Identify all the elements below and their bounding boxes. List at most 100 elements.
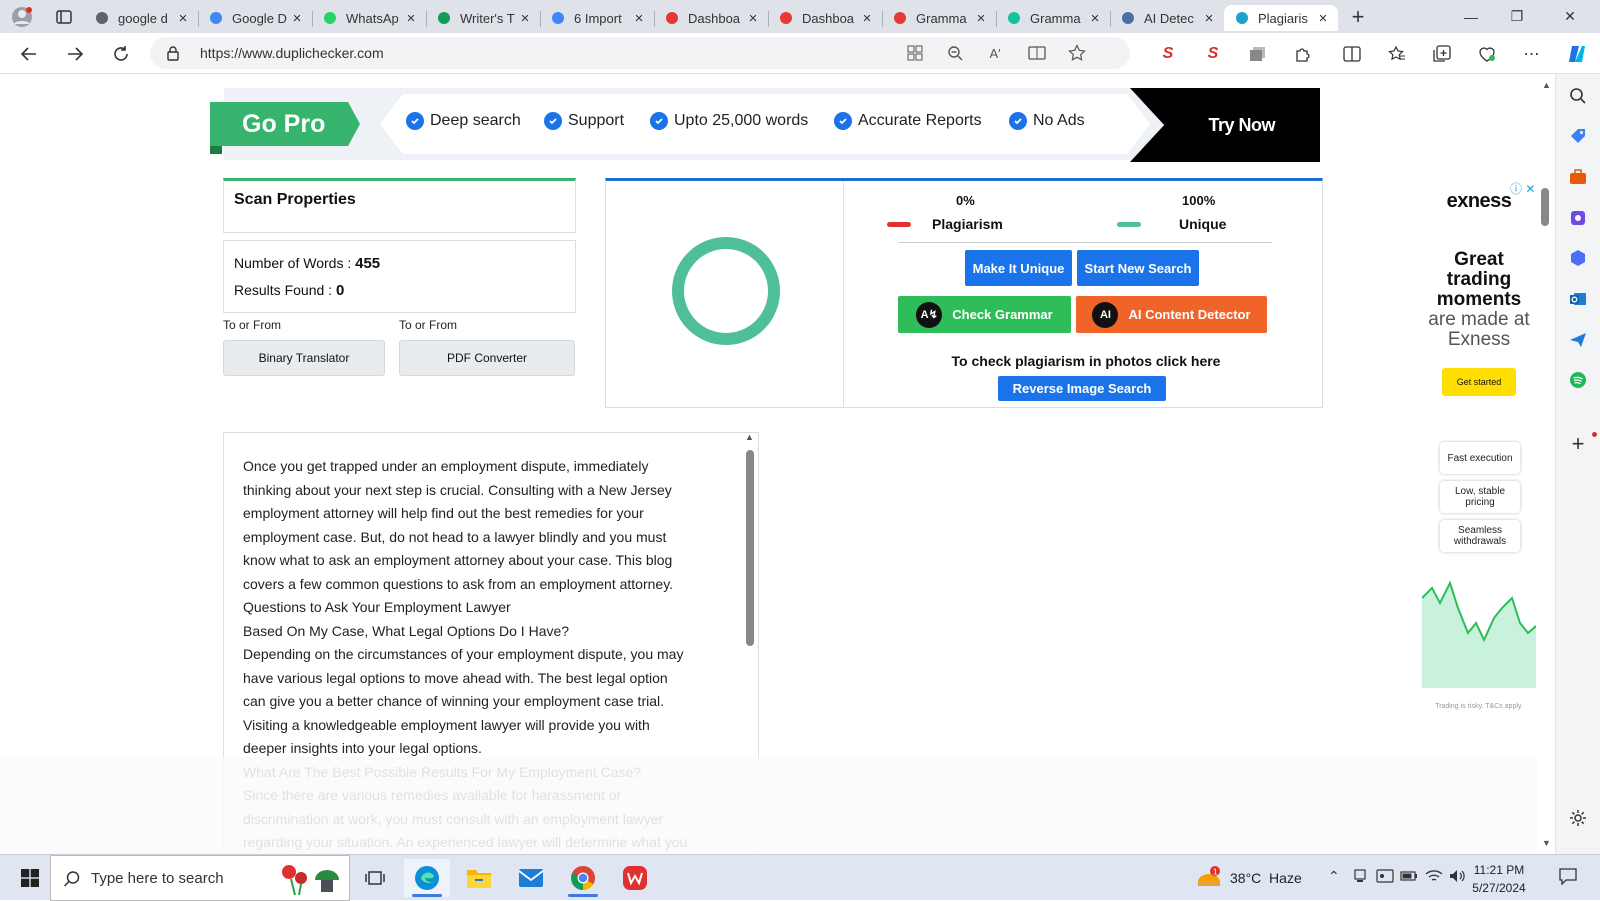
browser-tab[interactable]: 6 Import × bbox=[540, 5, 654, 31]
text-line: know what to ask an employment attorney … bbox=[243, 552, 673, 568]
wps-office-icon[interactable] bbox=[612, 859, 658, 897]
tab-close-icon[interactable]: × bbox=[288, 10, 306, 27]
tab-close-icon[interactable]: × bbox=[516, 10, 534, 27]
sidebar-settings-icon[interactable] bbox=[1564, 804, 1592, 832]
minimize-button[interactable]: — bbox=[1448, 0, 1494, 33]
check-grammar-button[interactable]: A↯ Check Grammar bbox=[898, 296, 1071, 333]
browser-tab[interactable]: Gramma × bbox=[882, 5, 996, 31]
tab-close-icon[interactable]: × bbox=[630, 10, 648, 27]
lock-icon[interactable] bbox=[166, 45, 180, 66]
close-window-button[interactable]: ✕ bbox=[1540, 0, 1600, 33]
sidebar-add-icon[interactable]: + bbox=[1564, 430, 1592, 458]
restore-button[interactable]: ❐ bbox=[1494, 0, 1540, 33]
favorites-icon[interactable] bbox=[1382, 39, 1412, 69]
show-hidden-icons[interactable]: ⌃ bbox=[1328, 868, 1340, 885]
windows-start-icon[interactable] bbox=[8, 855, 52, 901]
battery-icon[interactable] bbox=[1400, 868, 1418, 887]
browser-tab[interactable]: WhatsAp × bbox=[312, 5, 426, 31]
sidebar-shopping-icon[interactable] bbox=[1564, 122, 1592, 150]
ai-content-detector-button[interactable]: AI AI Content Detector bbox=[1076, 296, 1267, 333]
favorite-star-icon[interactable] bbox=[1062, 38, 1092, 68]
tab-close-icon[interactable]: × bbox=[174, 10, 192, 27]
browser-tab[interactable]: Dashboa × bbox=[654, 5, 768, 31]
tab-close-icon[interactable]: × bbox=[858, 10, 876, 27]
page-scrollbar-thumb[interactable] bbox=[1541, 188, 1549, 226]
address-bar[interactable]: https://www.duplichecker.com A′ bbox=[150, 37, 1130, 69]
read-aloud-icon[interactable]: A′ bbox=[980, 38, 1010, 68]
go-pro-banner[interactable]: Go Pro Deep search Support Upto 25,000 w… bbox=[210, 88, 1320, 162]
tab-close-icon[interactable]: × bbox=[402, 10, 420, 27]
more-options-icon[interactable]: ⋯ bbox=[1517, 39, 1547, 69]
split-screen-icon[interactable] bbox=[1337, 39, 1367, 69]
forward-icon[interactable] bbox=[60, 39, 90, 69]
textarea-scroll-up-icon[interactable]: ▲ bbox=[745, 432, 754, 442]
photo-check-text: To check plagiarism in photos click here bbox=[951, 353, 1221, 369]
extension-s-icon[interactable]: S bbox=[1153, 39, 1183, 69]
chrome-icon[interactable] bbox=[560, 859, 606, 897]
feature-label: Accurate Reports bbox=[858, 112, 982, 129]
wifi-icon[interactable] bbox=[1425, 868, 1443, 887]
scroll-down-icon[interactable]: ▼ bbox=[1542, 838, 1551, 848]
text-line: employment attorney will help find out t… bbox=[243, 505, 644, 521]
back-icon[interactable] bbox=[14, 39, 44, 69]
sidebar-drop-icon[interactable] bbox=[1564, 326, 1592, 354]
collections-add-icon[interactable] bbox=[1427, 39, 1457, 69]
browser-tab[interactable]: Gramma × bbox=[996, 5, 1110, 31]
start-new-search-button[interactable]: Start New Search bbox=[1077, 250, 1199, 286]
profile-avatar-icon[interactable] bbox=[0, 0, 44, 33]
meet-now-icon[interactable] bbox=[1352, 868, 1368, 887]
sidebar-microsoft365-icon[interactable] bbox=[1564, 244, 1592, 272]
collections-icon[interactable] bbox=[1243, 39, 1273, 69]
sidebar-outlook-icon[interactable] bbox=[1564, 285, 1592, 313]
tab-close-icon[interactable]: × bbox=[1086, 10, 1104, 27]
browser-tab[interactable]: Dashboa × bbox=[768, 5, 882, 31]
browser-essentials-icon[interactable] bbox=[1472, 39, 1502, 69]
tab-close-icon[interactable]: × bbox=[972, 10, 990, 27]
exness-advertisement[interactable]: ⓘ ✕ exness Great trading moments are mad… bbox=[1422, 180, 1536, 732]
sidebar-games-icon[interactable] bbox=[1564, 204, 1592, 232]
sidebar-tools-icon[interactable] bbox=[1564, 163, 1592, 191]
binary-translator-button[interactable]: Binary Translator bbox=[223, 340, 385, 376]
scroll-up-icon[interactable]: ▲ bbox=[1542, 80, 1551, 90]
extensions-puzzle-icon[interactable] bbox=[1288, 39, 1318, 69]
sidebar-search-icon[interactable] bbox=[1564, 82, 1592, 110]
new-tab-button[interactable]: + bbox=[1338, 4, 1378, 30]
make-it-unique-button[interactable]: Make It Unique bbox=[965, 250, 1072, 286]
tablet-mode-icon[interactable] bbox=[1376, 868, 1394, 887]
tab-close-icon[interactable]: × bbox=[744, 10, 762, 27]
immersive-reader-icon[interactable] bbox=[1022, 38, 1052, 68]
weather-widget[interactable]: 1 38°C Haze bbox=[1196, 855, 1302, 901]
task-view-icon[interactable] bbox=[352, 859, 398, 897]
grammarly-icon bbox=[1006, 10, 1022, 26]
refresh-icon[interactable] bbox=[106, 39, 136, 69]
app-available-icon[interactable] bbox=[900, 38, 930, 68]
copilot-icon[interactable] bbox=[1562, 39, 1592, 69]
textarea-scrollbar-thumb[interactable] bbox=[746, 450, 754, 646]
sidebar-spotify-icon[interactable] bbox=[1564, 366, 1592, 394]
pdf-converter-button[interactable]: PDF Converter bbox=[399, 340, 575, 376]
browser-tab[interactable]: google d × bbox=[84, 5, 198, 31]
system-clock[interactable]: 11:21 PM 5/27/2024 bbox=[1464, 861, 1534, 897]
extension-s2-icon[interactable]: S bbox=[1198, 39, 1228, 69]
mail-icon[interactable] bbox=[508, 859, 554, 897]
tab-actions-icon[interactable] bbox=[44, 0, 84, 33]
notifications-icon[interactable] bbox=[1558, 867, 1578, 888]
reverse-image-search-button[interactable]: Reverse Image Search bbox=[998, 376, 1166, 401]
file-explorer-icon[interactable] bbox=[456, 859, 502, 897]
ad-headline: Great trading moments bbox=[1436, 249, 1522, 310]
tab-close-icon[interactable]: × bbox=[1314, 10, 1332, 27]
browser-tab[interactable]: Writer's T × bbox=[426, 5, 540, 31]
go-pro-label[interactable]: Go Pro bbox=[210, 102, 360, 146]
browser-tab[interactable]: Google D × bbox=[198, 5, 312, 31]
browser-tab[interactable]: AI Detec × bbox=[1110, 5, 1224, 31]
taskbar-search-box[interactable]: Type here to search bbox=[50, 855, 350, 901]
results-panel: 0% Plagiarism 100% Unique Make It Unique… bbox=[605, 178, 1323, 408]
ad-get-started-button[interactable]: Get started bbox=[1442, 368, 1516, 396]
page-scrollbar[interactable]: ▲ ▼ bbox=[1537, 74, 1555, 854]
tab-close-icon[interactable]: × bbox=[1200, 10, 1218, 27]
browser-tab[interactable]: Plagiaris × bbox=[1224, 5, 1338, 31]
zoom-out-icon[interactable] bbox=[940, 38, 970, 68]
url-text[interactable]: https://www.duplichecker.com bbox=[200, 45, 384, 61]
results-divider bbox=[843, 181, 844, 408]
edge-taskbar-icon[interactable] bbox=[404, 859, 450, 897]
